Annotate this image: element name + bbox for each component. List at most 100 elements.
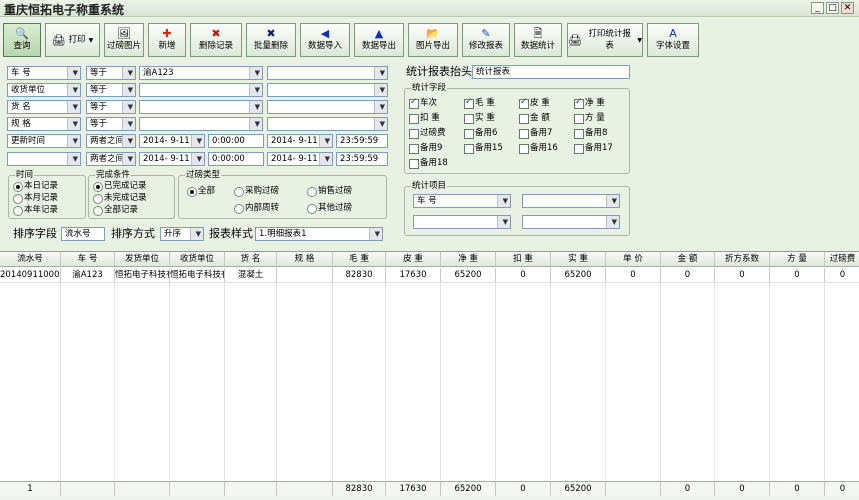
stat-item-select[interactable]: ▼ [522, 194, 620, 208]
maximize-button[interactable]: □ [826, 2, 839, 14]
edit-report-button[interactable]: ✎ 修改报表 [462, 23, 510, 57]
data-stats-button[interactable]: 🗎 数据统计 [514, 23, 562, 57]
stat-field-checkbox[interactable]: 备用9 [409, 143, 442, 154]
column-header[interactable]: 净 重 [441, 252, 496, 266]
stat-field-checkbox[interactable]: 备用15 [464, 143, 503, 154]
complete-group-option[interactable]: 全部记录 [93, 205, 138, 216]
stat-field-checkbox[interactable]: 备用16 [519, 143, 558, 154]
column-header[interactable]: 收货单位 [170, 252, 225, 266]
weigh-image-button[interactable]: 🖼 过磅图片 [104, 23, 144, 57]
filter-field-select[interactable]: 收货单位 ▼ [7, 83, 81, 97]
stat-field-checkbox[interactable]: 实 重 [464, 113, 495, 124]
complete-group-option[interactable]: 已完成记录 [93, 181, 147, 192]
filter-date-from[interactable]: 2014- 9-11 ▼ [139, 134, 205, 148]
filter-operator-select[interactable]: 等于 ▼ [86, 117, 136, 131]
weigh-type_group-option[interactable]: 内部周转 [234, 203, 279, 214]
table-row[interactable]: 201409110001渝A123恒拓电子科技有限恒拓电子科技有限混凝土8283… [0, 268, 859, 283]
filter-operator-select[interactable]: 等于 ▼ [86, 83, 136, 97]
font-settings-button[interactable]: A 字体设置 [647, 23, 699, 57]
close-button[interactable]: ✕ [841, 2, 854, 14]
report-style-select[interactable]: 1.明细报表1 ▼ [255, 227, 383, 241]
weigh-type_group-option[interactable]: 销售过磅 [307, 186, 352, 197]
filter-operator-select[interactable]: 等于 ▼ [86, 66, 136, 80]
column-header[interactable]: 折方系数 [715, 252, 770, 266]
filter-field-select[interactable]: 货 名 ▼ [7, 100, 81, 114]
weigh-type_group-option[interactable]: 其他过磅 [307, 203, 352, 214]
time-group-option[interactable]: 本月记录 [13, 193, 58, 204]
data-export-button[interactable]: ▲ 数据导出 [354, 23, 404, 57]
filter-value2-select[interactable]: ▼ [267, 117, 388, 131]
stat-field-checkbox[interactable]: 备用17 [574, 143, 613, 154]
stat-item-select[interactable]: 车 号 ▼ [413, 194, 511, 208]
stat-field-checkbox[interactable]: 皮 重 [519, 97, 550, 109]
data-import-icon: ◀ [320, 27, 330, 40]
print-button[interactable]: 🖨 打印 ▼ [45, 23, 100, 57]
column-header[interactable]: 金 额 [661, 252, 715, 266]
stat-field-checkbox[interactable]: 毛 重 [464, 97, 495, 109]
column-header[interactable]: 发货单位 [115, 252, 170, 266]
horizontal-scrollbar[interactable] [0, 496, 859, 500]
filter-operator-select[interactable]: 两者之间 ▼ [86, 134, 136, 148]
filter-time-from[interactable]: 0:00:00 [208, 134, 264, 148]
filter-value-select[interactable]: 渝A123 ▼ [139, 66, 263, 80]
filter-value2-select[interactable]: ▼ [267, 66, 388, 80]
filter-date-to[interactable]: 2014- 9-11 ▼ [267, 152, 333, 166]
stat-field-checkbox[interactable]: 扣 重 [409, 113, 440, 124]
column-header[interactable]: 扣 重 [496, 252, 551, 266]
filter-value2-select[interactable]: ▼ [267, 100, 388, 114]
report-header-input[interactable]: 统计报表 [472, 65, 630, 79]
filter-time-from[interactable]: 0:00:00 [208, 152, 264, 166]
column-header[interactable]: 货 名 [225, 252, 277, 266]
image-export-button[interactable]: 📂 图片导出 [408, 23, 458, 57]
sort-field-input[interactable]: 流水号 [61, 227, 105, 241]
stat-field-checkbox[interactable]: 备用18 [409, 158, 448, 169]
filter-operator-select[interactable]: 两者之间 ▼ [86, 152, 136, 166]
chevron-down-icon: ▼ [324, 137, 330, 145]
batch-delete-button[interactable]: ✖ 批量删除 [246, 23, 296, 57]
complete-group-option[interactable]: 未完成记录 [93, 193, 147, 204]
filter-value-select[interactable]: ▼ [139, 83, 263, 97]
column-header[interactable]: 毛 重 [333, 252, 386, 266]
stat-field-checkbox[interactable]: 过磅费 [409, 128, 446, 139]
filter-time-to[interactable]: 23:59:59 [336, 152, 388, 166]
filter-field-select[interactable]: ▼ [7, 152, 81, 166]
stat-field-checkbox[interactable]: 备用6 [464, 128, 497, 139]
stat-item-select[interactable]: ▼ [413, 215, 511, 229]
print-stats-report-button[interactable]: 🖨 打印统计报表 ▼ [567, 23, 643, 57]
column-header[interactable]: 实 重 [551, 252, 606, 266]
stat-field-checkbox[interactable]: 方 量 [574, 113, 605, 124]
filter-date-from[interactable]: 2014- 9-11 ▼ [139, 152, 205, 166]
column-header[interactable]: 流水号 [0, 252, 61, 266]
filter-value-select[interactable]: ▼ [139, 100, 263, 114]
sort-mode-select[interactable]: 升序 ▼ [160, 227, 204, 241]
filter-operator-select[interactable]: 等于 ▼ [86, 100, 136, 114]
column-header[interactable]: 皮 重 [386, 252, 441, 266]
time-group-option[interactable]: 本年记录 [13, 205, 58, 216]
stat-field-checkbox[interactable]: 金 额 [519, 113, 550, 124]
stat-field-checkbox[interactable]: 车次 [409, 97, 437, 109]
stat-field-checkbox[interactable]: 备用8 [574, 128, 607, 139]
column-header[interactable]: 过磅费 [825, 252, 859, 266]
filter-date-to[interactable]: 2014- 9-11 ▼ [267, 134, 333, 148]
filter-value2-select[interactable]: ▼ [267, 83, 388, 97]
time-group-option[interactable]: 本日记录 [13, 181, 58, 192]
stat-item-select[interactable]: ▼ [522, 215, 620, 229]
column-header[interactable]: 单 价 [606, 252, 661, 266]
weigh-type_group-option[interactable]: 全部 [187, 186, 215, 197]
minimize-button[interactable]: _ [811, 2, 824, 14]
column-header[interactable]: 方 量 [770, 252, 825, 266]
weigh-type_group-option[interactable]: 采购过磅 [234, 186, 279, 197]
filter-field-select[interactable]: 车 号 ▼ [7, 66, 81, 80]
stat-field-checkbox[interactable]: 备用7 [519, 128, 552, 139]
data-import-button[interactable]: ◀ 数据导入 [300, 23, 350, 57]
query-button[interactable]: 🔍 查询 [3, 23, 41, 57]
add-button[interactable]: ✚ 新增 [148, 23, 186, 57]
filter-time-to[interactable]: 23:59:59 [336, 134, 388, 148]
filter-field-select[interactable]: 规 格 ▼ [7, 117, 81, 131]
filter-field-select[interactable]: 更新时间 ▼ [7, 134, 81, 148]
column-header[interactable]: 车 号 [61, 252, 115, 266]
filter-value-select[interactable]: ▼ [139, 117, 263, 131]
column-header[interactable]: 规 格 [277, 252, 333, 266]
stat-field-checkbox[interactable]: 净 重 [574, 97, 605, 109]
delete-record-button[interactable]: ✖ 删除记录 [190, 23, 242, 57]
